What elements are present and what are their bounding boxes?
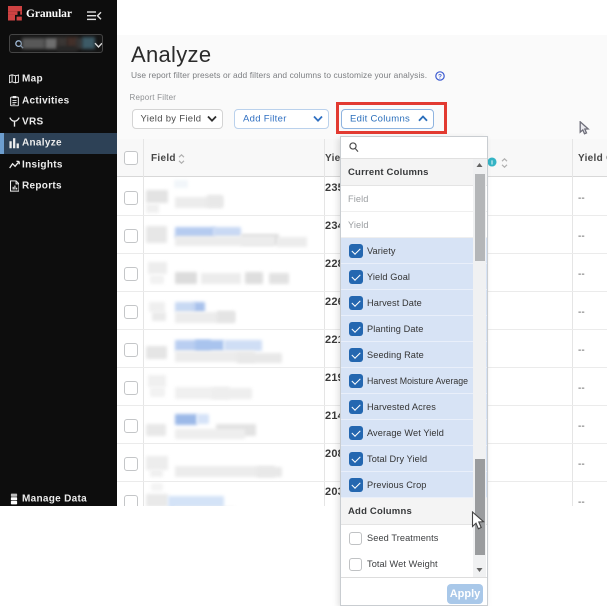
svg-text:i: i [491, 159, 493, 166]
svg-text:?: ? [438, 73, 442, 80]
